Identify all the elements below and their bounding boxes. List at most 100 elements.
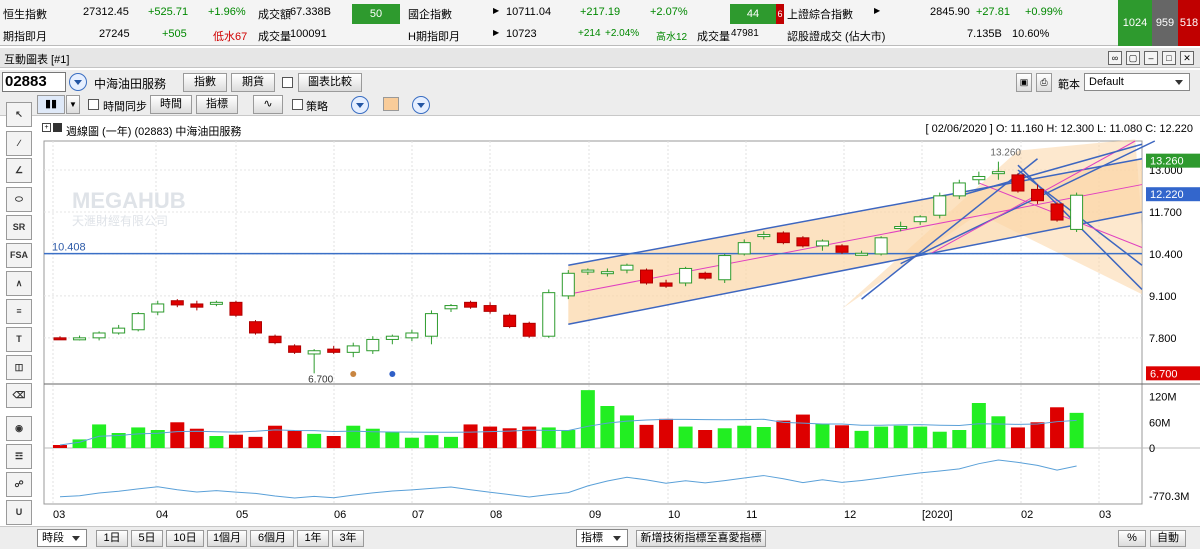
time-sync-label: 時間同步	[103, 101, 147, 113]
hsi-pct: +1.96%	[208, 6, 246, 18]
hsi-value: 27312.45	[83, 6, 129, 18]
trash-icon[interactable]: U	[6, 500, 32, 525]
futures-button[interactable]: 期貨	[231, 73, 275, 92]
strategy-checkbox[interactable]	[292, 99, 303, 110]
volume-bar	[971, 403, 986, 448]
period-select[interactable]: 時段	[37, 529, 87, 547]
candle-body	[894, 226, 908, 230]
compare-checkbox[interactable]	[282, 77, 293, 88]
line-chart-icon[interactable]: ∿	[253, 95, 283, 114]
stock-code-input[interactable]: 02883	[2, 72, 66, 92]
period-6m[interactable]: 6個月	[250, 530, 294, 547]
volume-bar	[795, 414, 810, 448]
candle-body	[405, 332, 419, 339]
volume-bar	[639, 424, 654, 448]
print-icon[interactable]: ⎙	[1036, 73, 1052, 92]
volume-bar	[893, 425, 908, 448]
watermark-title: MEGAHUB	[72, 188, 186, 213]
candle-body	[620, 264, 634, 271]
cycle-tool-icon[interactable]: ◫	[6, 355, 32, 380]
indicator-button[interactable]: 指標	[196, 95, 238, 114]
hscei-constituent-box: 44	[730, 4, 776, 24]
template-select[interactable]: Default	[1084, 73, 1190, 91]
save-icon[interactable]: ▣	[1016, 73, 1032, 92]
month-tick-label: 07	[412, 509, 424, 521]
sse-label: 上證綜合指數	[787, 9, 853, 21]
period-5d[interactable]: 5日	[131, 530, 163, 547]
color-swatch[interactable]	[383, 97, 399, 111]
month-tick-label: 09	[589, 509, 601, 521]
fsa-tool-icon[interactable]: FSA	[6, 243, 32, 268]
price-chart[interactable]: 03 04 05 06 07 08 09 10 11 12 [2020] 02 0313.00011.7…	[38, 118, 1200, 522]
candle-body	[952, 182, 966, 197]
minimize-icon[interactable]: –	[1144, 51, 1158, 65]
volume-bar	[776, 420, 791, 448]
auto-button[interactable]: 自動	[1150, 530, 1186, 547]
pointer-icon[interactable]: ↖	[6, 102, 32, 127]
eraser-icon[interactable]: ⌫	[6, 383, 32, 408]
close-icon[interactable]: ✕	[1180, 51, 1194, 65]
price-tick-label: 7.800	[1149, 333, 1177, 345]
sse-change: +27.81	[976, 6, 1010, 18]
text-tool-icon[interactable]: T	[6, 327, 32, 352]
candle-body	[679, 267, 693, 284]
event-dot	[350, 371, 357, 377]
volume-bar	[307, 433, 322, 448]
candle-body	[53, 337, 67, 341]
percent-button[interactable]: %	[1118, 530, 1146, 547]
hhi-futures-value: 10723	[506, 28, 537, 40]
chart-type-icon[interactable]: ▮▮	[37, 95, 65, 114]
volume-bar	[228, 434, 243, 448]
line-tool-icon[interactable]: ∕	[6, 131, 32, 156]
period-3y[interactable]: 3年	[332, 530, 364, 547]
period-10d[interactable]: 10日	[166, 530, 204, 547]
hsi-futures-label: 期指即月	[3, 31, 47, 43]
candle-body	[131, 313, 145, 331]
candle-body	[209, 301, 223, 305]
candle-body	[92, 332, 106, 339]
volume-bar	[952, 430, 967, 448]
magnet-icon[interactable]: ☍	[6, 472, 32, 497]
window-titlebar: 互動圖表 [#1] ∞ ▢ – □ ✕	[0, 48, 1200, 68]
volume-bar	[561, 430, 576, 448]
candle-body	[190, 303, 204, 308]
index-button[interactable]: 指數	[183, 73, 227, 92]
hhi-futures-vol-label: 成交量	[697, 31, 730, 43]
polyline-tool-icon[interactable]: ∠	[6, 158, 32, 183]
period-1m[interactable]: 1個月	[207, 530, 247, 547]
sse-pct: +0.99%	[1025, 6, 1063, 18]
period-1d[interactable]: 1日	[96, 530, 128, 547]
month-tick-label: [2020]	[922, 509, 953, 521]
add-indicator-button[interactable]: 新增技術指標至喜愛指標	[636, 530, 766, 547]
price-tick-label: 10.400	[1149, 249, 1183, 261]
volume-bar	[1069, 412, 1084, 448]
fan-tool-icon[interactable]: ∧	[6, 271, 32, 296]
chevron-down-icon[interactable]: ▼	[66, 95, 80, 114]
volume-bar	[287, 430, 302, 448]
candle-body	[972, 175, 986, 181]
strategy-dropdown-icon[interactable]	[351, 96, 369, 114]
volume-bar	[424, 435, 439, 448]
time-button[interactable]: 時間	[150, 95, 192, 114]
month-tick-label: 05	[236, 509, 248, 521]
restore-icon[interactable]: ▢	[1126, 51, 1140, 65]
stock-code-dropdown-icon[interactable]	[69, 73, 87, 91]
strategy-label: 策略	[306, 101, 328, 113]
volume-bar	[463, 424, 478, 448]
eye-icon[interactable]: ◉	[6, 416, 32, 441]
ellipse-tool-icon[interactable]: ⬭	[6, 187, 32, 212]
triangle-right-icon: ▶	[874, 6, 881, 15]
chart-compare-button[interactable]: 圖表比較	[298, 73, 362, 92]
maximize-icon[interactable]: □	[1162, 51, 1176, 65]
indicator-select[interactable]: 指標	[576, 529, 628, 547]
turnover-label: 成交額	[258, 9, 291, 21]
candle-body	[698, 272, 712, 279]
sr-tool-icon[interactable]: SR	[6, 215, 32, 240]
time-sync-checkbox[interactable]	[88, 99, 99, 110]
period-1y[interactable]: 1年	[297, 530, 329, 547]
fibonacci-tool-icon[interactable]: ≡	[6, 299, 32, 324]
link-icon[interactable]: ∞	[1108, 51, 1122, 65]
volume-bar	[483, 426, 498, 448]
color-dropdown-icon[interactable]	[412, 96, 430, 114]
lock-icon[interactable]: ☲	[6, 444, 32, 469]
